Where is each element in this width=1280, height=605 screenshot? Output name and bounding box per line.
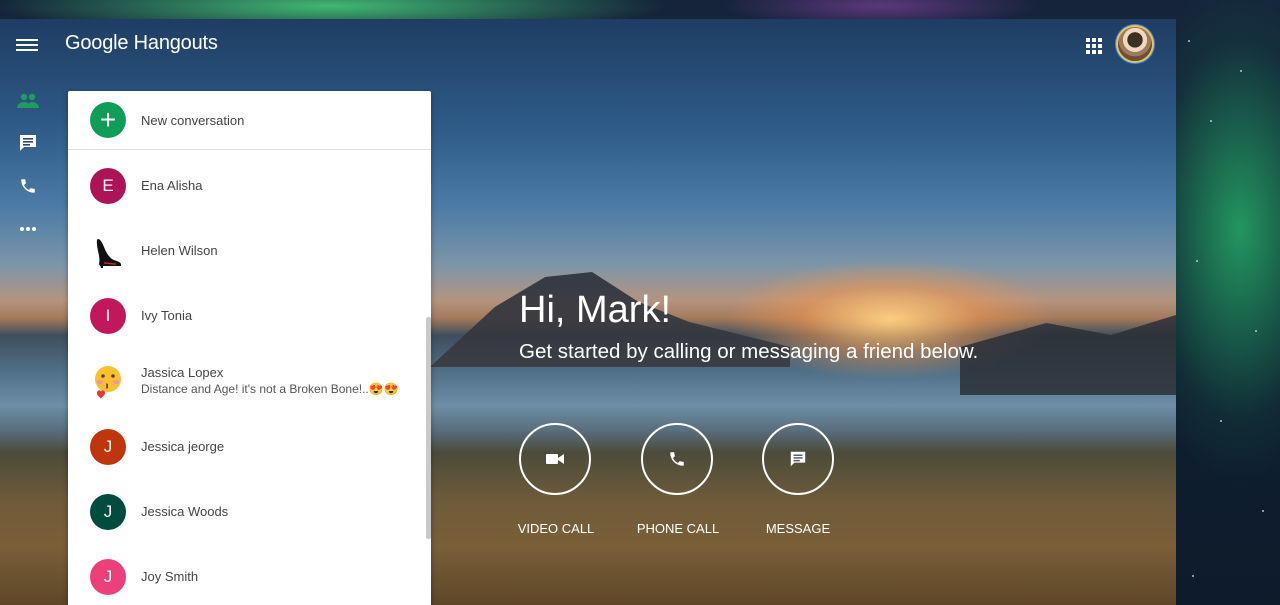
avatar: J bbox=[90, 493, 126, 530]
new-conversation-button[interactable]: + New conversation bbox=[68, 91, 431, 150]
avatar bbox=[90, 232, 126, 269]
greeting-subtitle: Get started by calling or messaging a fr… bbox=[519, 340, 979, 363]
list-item[interactable]: J Jessica Woods bbox=[68, 479, 423, 544]
message-button[interactable] bbox=[762, 423, 834, 495]
hamburger-menu-icon[interactable] bbox=[16, 36, 38, 54]
contact-name: Joy Smith bbox=[141, 569, 199, 584]
kissing-face-icon bbox=[95, 365, 121, 399]
list-item[interactable]: J Jessica jeorge bbox=[68, 414, 423, 479]
new-conversation-label: New conversation bbox=[141, 112, 245, 128]
more-icon[interactable] bbox=[16, 217, 40, 241]
star bbox=[1196, 260, 1198, 262]
contacts-icon[interactable] bbox=[16, 89, 40, 113]
account-avatar[interactable] bbox=[1118, 27, 1152, 61]
star bbox=[1192, 575, 1194, 577]
list-item[interactable]: Helen Wilson bbox=[68, 218, 423, 283]
avatar: E bbox=[90, 167, 126, 204]
phone-call-button[interactable] bbox=[641, 423, 713, 495]
star bbox=[1210, 120, 1212, 122]
phone-call-label[interactable]: PHONE CALL bbox=[618, 521, 738, 536]
contact-name: Jessica Woods bbox=[141, 504, 229, 519]
video-camera-icon bbox=[546, 454, 564, 464]
contact-name: Jassica Lopex bbox=[141, 365, 224, 380]
message-icon[interactable] bbox=[16, 131, 40, 155]
hangouts-window: Google Hangouts + New conversation E Ena… bbox=[0, 19, 1176, 605]
list-item[interactable]: I Ivy Tonia bbox=[68, 283, 423, 348]
avatar: J bbox=[90, 558, 126, 595]
apps-grid-icon[interactable] bbox=[1086, 38, 1102, 54]
plus-icon: + bbox=[90, 102, 126, 138]
contact-name: Ena Alisha bbox=[141, 178, 203, 193]
phone-icon[interactable] bbox=[16, 174, 40, 198]
conversation-list: + New conversation E Ena Alisha Helen Wi… bbox=[68, 91, 431, 605]
contact-name: Ivy Tonia bbox=[141, 308, 193, 323]
phone-icon bbox=[670, 452, 684, 466]
avatar: I bbox=[90, 297, 126, 334]
contact-name: Jessica jeorge bbox=[141, 439, 225, 454]
message-snippet: Distance and Age! it's not a Broken Bone… bbox=[141, 382, 399, 396]
app-title: Google Hangouts bbox=[65, 32, 218, 54]
star bbox=[1262, 510, 1264, 512]
star bbox=[1220, 420, 1222, 422]
background-ridge bbox=[960, 315, 1176, 395]
list-item[interactable]: E Ena Alisha bbox=[68, 153, 423, 218]
message-icon bbox=[790, 451, 806, 467]
list-item[interactable]: J Joy Smith bbox=[68, 544, 423, 605]
video-call-label[interactable]: VIDEO CALL bbox=[496, 521, 616, 536]
avatar bbox=[90, 362, 126, 399]
star bbox=[1255, 330, 1257, 332]
message-label[interactable]: MESSAGE bbox=[738, 521, 858, 536]
list-item[interactable]: Jassica Lopex Distance and Age! it's not… bbox=[68, 348, 423, 413]
avatar: J bbox=[90, 428, 126, 465]
greeting-title: Hi, Mark! bbox=[519, 289, 671, 331]
contact-name: Helen Wilson bbox=[141, 243, 218, 258]
video-call-button[interactable] bbox=[519, 423, 591, 495]
star bbox=[1240, 70, 1242, 72]
conversation-list-scrollbar[interactable] bbox=[426, 317, 431, 539]
high-heel-shoe-icon bbox=[96, 238, 121, 268]
star bbox=[1188, 40, 1190, 42]
